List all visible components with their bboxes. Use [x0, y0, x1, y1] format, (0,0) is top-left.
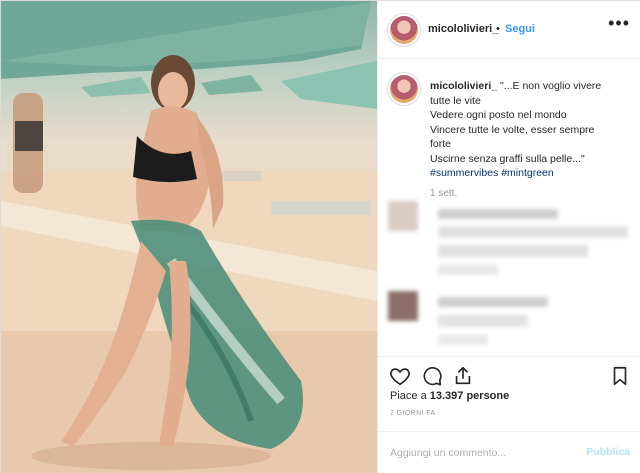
post-window: micololivieri_ • Segui ••• micololivieri…: [0, 0, 640, 473]
post-photo[interactable]: [1, 1, 377, 473]
caption-username[interactable]: micololivieri_: [430, 80, 497, 92]
more-options-icon[interactable]: •••: [608, 14, 630, 32]
heart-icon[interactable]: [389, 365, 411, 387]
post-side-panel: micololivieri_ • Segui ••• micololivieri…: [377, 1, 640, 473]
author-avatar[interactable]: [390, 16, 418, 44]
share-upload-icon[interactable]: [452, 365, 474, 387]
post-caption: micololivieri_ "...E non voglio vivere t…: [430, 79, 630, 181]
blurred-comment-2: [388, 291, 638, 351]
caption-line-4: Vincere tutte le volte, esser sempre: [430, 123, 595, 136]
separator-dot: •: [496, 23, 500, 35]
caption-line-2: tutte le vite: [430, 94, 481, 107]
bookmark-icon[interactable]: [609, 365, 631, 387]
likes-number[interactable]: 13.397 persone: [430, 390, 510, 402]
publish-button[interactable]: Pubblica: [586, 446, 630, 458]
likes-prefix: Piace a: [390, 390, 430, 402]
comment-input[interactable]: [390, 444, 570, 462]
comment-bar: Pubblica: [378, 431, 640, 473]
caption-hashtags[interactable]: #summervibes #mintgreen: [430, 167, 554, 179]
caption-line-5: forte: [430, 138, 452, 150]
comment-bubble-icon[interactable]: [421, 365, 443, 387]
caption-author-avatar[interactable]: [390, 75, 418, 103]
post-timestamp: 7 GIORNI FA: [390, 410, 436, 417]
likes-count[interactable]: Piace a 13.397 persone: [390, 390, 509, 402]
caption-line-1: "...E non voglio vivere: [500, 80, 602, 92]
caption-line-6: Uscirne senza graffi sulla pelle...": [430, 152, 585, 165]
author-username[interactable]: micololivieri_: [428, 23, 498, 35]
beach-photo-illustration: [1, 1, 377, 473]
follow-button[interactable]: Segui: [505, 23, 535, 35]
caption-time: 1 sett.: [430, 188, 458, 199]
post-header: micololivieri_ • Segui •••: [378, 1, 640, 59]
blurred-comment-1: [388, 201, 638, 286]
caption-line-3: Vedere ogni posto nel mondo: [430, 109, 567, 121]
